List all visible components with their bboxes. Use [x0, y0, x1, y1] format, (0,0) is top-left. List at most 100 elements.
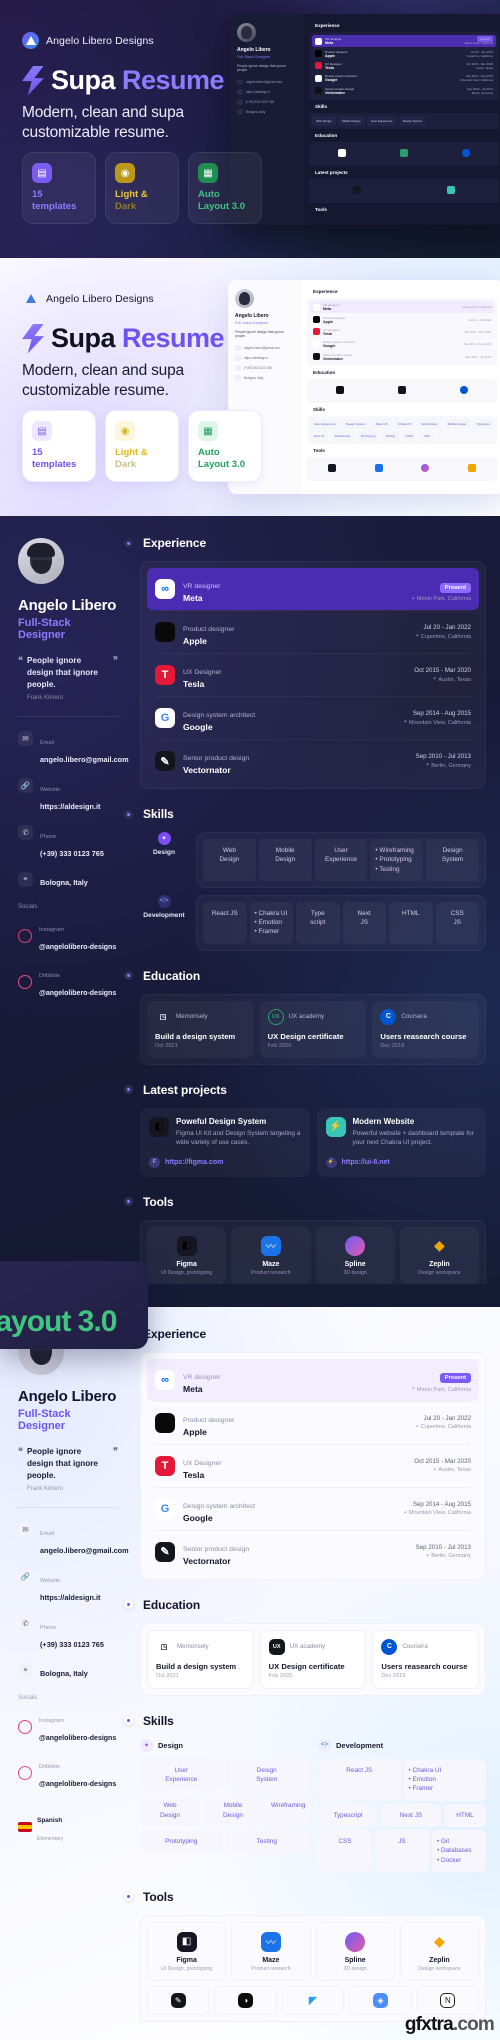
- project-link[interactable]: Fhttps://figma.com: [149, 1156, 301, 1168]
- preview-main: Experience VR designer Meta Menlo Park, Ca…: [302, 280, 500, 495]
- tool-card[interactable]: ◆ Zeplin Design workspace: [399, 1921, 479, 1981]
- google-logo-icon: [315, 74, 322, 82]
- skill-cell: Typescript: [296, 901, 340, 944]
- preview-skills-heading: Skills: [315, 103, 328, 109]
- feature-card-theme[interactable]: ◉ Light & Dark: [105, 152, 179, 224]
- ux-academy-logo-icon: UX: [267, 1008, 284, 1025]
- contact-website[interactable]: 🔗 Website https://aldesign.it: [18, 777, 118, 814]
- tool-mini[interactable]: ◑: [214, 1985, 277, 2015]
- education-card[interactable]: UX UX academy UX Design certificate Feb 2…: [259, 1629, 367, 1689]
- code-brackets-icon: </>: [157, 894, 171, 908]
- experience-row[interactable]: T UX Designer Tesla Oct 2015 - Mar 2020 ⌖ A…: [147, 1445, 479, 1487]
- maze-tool-icon: [374, 464, 383, 473]
- preview-exp-row: VR designer Meta Present Menlo Park, Calif…: [312, 35, 496, 48]
- skill-cell: User Experience: [314, 839, 368, 881]
- pin-icon: ⌖: [425, 1552, 429, 1559]
- skill-cell: Testing: [225, 1830, 308, 1854]
- preview-exp-row: Design system architect Google Sep 2014 -…: [312, 72, 496, 84]
- hero-section-light: Angelo Libero Full-Stack Designer People…: [0, 258, 500, 516]
- experience-row[interactable]: ✎ Senior product design Vectornator Sep 2…: [147, 740, 479, 782]
- experience-row[interactable]: G Design system architect Google Sep 2014…: [147, 697, 479, 739]
- dribbble-icon: [18, 974, 32, 989]
- section-tools: Tools ◧ Figma UI Design, prototyping 〰 Maze…: [124, 1890, 486, 2022]
- education-card[interactable]: C Coursera Users reasearch course Dec 201…: [372, 1000, 480, 1058]
- experience-row[interactable]: Product designer Apple Jul 20 - Jan 2022 ⌖…: [147, 611, 479, 653]
- social-instagram[interactable]: Instagram @angelolibero-designs: [18, 918, 118, 954]
- tool-card[interactable]: 〰 Maze Product research: [231, 1226, 311, 1284]
- resume-sidebar: Layout 3.0 Angelo Libero Full-Stack Desi…: [0, 1260, 148, 2040]
- experience-row[interactable]: ✎ Senior product design Vectornator Sep 2…: [147, 1531, 479, 1573]
- project-card[interactable]: ◧ Poweful Design System Figma UI Kit and …: [140, 1107, 310, 1177]
- contact-website[interactable]: 🔗 Website https://aldesign.it: [18, 1568, 118, 1605]
- social-dribbble[interactable]: Dribbble @angelolibero-designs: [18, 1755, 118, 1791]
- education-card[interactable]: ◳ Memorisely Build a design system Oct 20…: [147, 1629, 254, 1689]
- contact-phone[interactable]: ✆ Phone (+39) 333 0123 765: [18, 1615, 118, 1652]
- experience-row[interactable]: T UX Designer Tesla Oct 2015 - Mar 2020 ⌖ A…: [147, 654, 479, 696]
- feature-card-autolayout[interactable]: ▦ Auto Layout 3.0: [188, 152, 262, 224]
- experience-row[interactable]: ∞ VR designer Meta Present ⌖ Menlo Park, Ca…: [147, 1358, 479, 1401]
- tool-mini[interactable]: ✎: [147, 1985, 210, 2015]
- experience-row[interactable]: Product designer Apple Jul 20 - Jan 2022 ⌖…: [147, 1402, 479, 1444]
- vectornator-logo-icon: [313, 353, 320, 361]
- sketch-small-icon: ◈: [372, 1992, 388, 2008]
- feature-card-templates[interactable]: ▤ 15 templates: [22, 410, 96, 482]
- feature-card-autolayout[interactable]: ▦ Auto Layout 3.0: [188, 410, 262, 482]
- education-card[interactable]: UX UX academy UX Design certificate Feb 2…: [259, 1000, 367, 1058]
- skill-cell: CSS JS: [435, 901, 479, 944]
- tool-card[interactable]: Spline 3D design: [315, 1921, 395, 1981]
- link-icon: 🔗: [18, 777, 33, 793]
- pin-icon: ⌖: [18, 871, 33, 887]
- status-badge: Present: [439, 582, 471, 593]
- phone-icon: ✆: [18, 824, 33, 840]
- profile-name: Angelo Libero: [18, 1387, 117, 1405]
- apple-logo-icon: [155, 622, 175, 642]
- feature-card-theme[interactable]: ◉ Light & Dark: [105, 410, 179, 482]
- page-root: Angelo Libero Full-Stack Designer People…: [0, 0, 500, 2040]
- pin-icon: ⌖: [432, 1466, 436, 1473]
- section-bullet-icon: [124, 538, 133, 548]
- maze-tool-icon: 〰: [260, 1235, 281, 1256]
- tesla-logo-icon: [315, 62, 322, 70]
- skill-cell: Chakra UIEmotionFramer: [403, 1758, 486, 1801]
- hero-title-part2: Resume: [122, 65, 225, 95]
- tool-card[interactable]: ◆ Zeplin Design workspace: [399, 1226, 479, 1284]
- section-bullet-icon: [124, 971, 133, 981]
- meta-logo-icon: ∞: [155, 1369, 175, 1390]
- experience-row[interactable]: ∞ VR designer Meta Present ⌖ Menlo Park, Ca…: [147, 568, 479, 610]
- tool-mini[interactable]: N: [416, 1985, 480, 2015]
- lightning-bolt-icon: [22, 65, 44, 96]
- ux-academy-logo-icon: [399, 148, 408, 157]
- feature-card-templates[interactable]: ▤ 15 templates: [22, 152, 96, 224]
- zeplin-tool-icon: ◆: [433, 1237, 445, 1254]
- chakra-small-icon: ⚡: [325, 1156, 337, 1168]
- project-card[interactable]: ⚡ Modern Website Powerful website + dashb…: [316, 1107, 486, 1177]
- feature-cards: ▤ 15 templates ◉ Light & Dark ▦ Auto Layout…: [22, 152, 262, 224]
- instagram-icon: [18, 1719, 32, 1734]
- project-link[interactable]: ⚡ https://ui-8.net: [325, 1156, 478, 1168]
- skill-cell: Next JS: [342, 901, 386, 944]
- contact-phone[interactable]: ✆ Phone (+39) 333 0123 765: [18, 824, 118, 861]
- figma-small-icon: F: [149, 1156, 160, 1168]
- figma-logo-icon: ◧: [149, 1116, 169, 1137]
- contact-location: ⌖ Bologna, Italy: [18, 871, 118, 890]
- tool-mini[interactable]: ◤: [281, 1985, 345, 2015]
- tool-card[interactable]: ◧ Figma UI Design, prototyping: [147, 1226, 227, 1284]
- experience-row[interactable]: G Design system architect Google Sep 2014…: [147, 1488, 479, 1530]
- tool-card[interactable]: Spline 3D design: [315, 1226, 395, 1284]
- contact-email[interactable]: ✉ Email angelo.libero@gmail.com: [18, 1521, 129, 1558]
- social-instagram[interactable]: Instagram @angelolibero-designs: [18, 1709, 118, 1745]
- education-card[interactable]: ◳ Memorisely Build a design system Oct 20…: [147, 1000, 254, 1058]
- section-bullet-icon: [124, 1085, 133, 1095]
- social-dribbble[interactable]: Dribbble @angelolibero-designs: [18, 964, 118, 1000]
- contact-email[interactable]: ✉ Email angelo.libero@gmail.com: [18, 730, 129, 767]
- education-card[interactable]: C Coursera Users reasearch course Dec 201…: [372, 1629, 480, 1689]
- contact-location: ⌖ Bologna, Italy: [18, 1662, 118, 1681]
- tesla-logo-icon: T: [155, 1455, 175, 1476]
- tool-mini[interactable]: ◈: [349, 1985, 412, 2015]
- socials-heading: Socials: [18, 903, 38, 910]
- tool-card[interactable]: ◧ Figma UI Design, prototyping: [147, 1921, 227, 1981]
- section-bullet-icon: [124, 1600, 133, 1610]
- memorisely-logo-icon: [335, 385, 344, 394]
- tool-card[interactable]: 〰 Maze Product research: [231, 1921, 311, 1981]
- skill-cell: Next JS: [381, 1803, 441, 1828]
